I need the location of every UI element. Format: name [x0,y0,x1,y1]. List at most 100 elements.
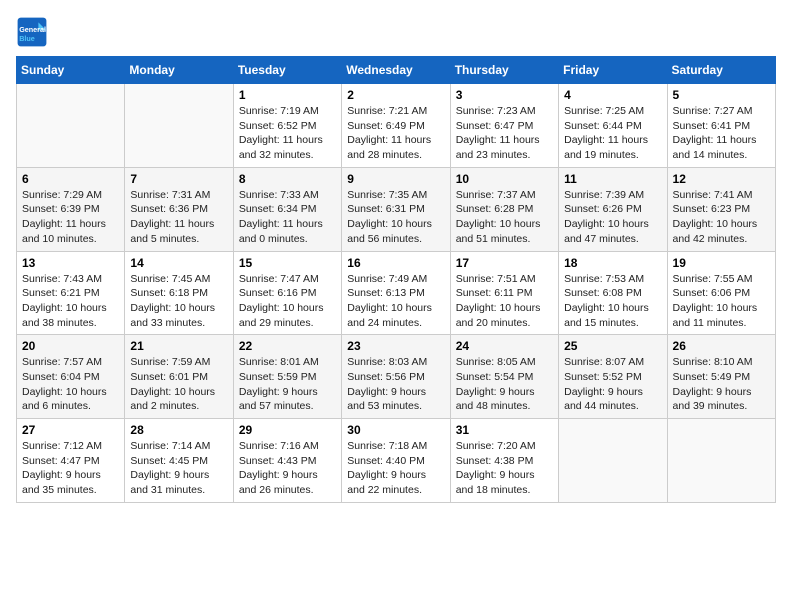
day-number: 29 [239,423,336,437]
day-info: Sunrise: 8:03 AMSunset: 5:56 PMDaylight:… [347,355,444,414]
calendar-cell: 24 Sunrise: 8:05 AMSunset: 5:54 PMDayligh… [450,335,558,419]
day-info: Sunrise: 8:10 AMSunset: 5:49 PMDaylight:… [673,355,770,414]
day-number: 16 [347,256,444,270]
day-info: Sunrise: 7:33 AMSunset: 6:34 PMDaylight:… [239,188,336,247]
day-info: Sunrise: 7:31 AMSunset: 6:36 PMDaylight:… [130,188,227,247]
calendar-cell: 2 Sunrise: 7:21 AMSunset: 6:49 PMDaylight… [342,84,450,168]
day-number: 26 [673,339,770,353]
day-info: Sunrise: 7:19 AMSunset: 6:52 PMDaylight:… [239,104,336,163]
calendar-cell: 11 Sunrise: 7:39 AMSunset: 6:26 PMDayligh… [559,167,667,251]
day-info: Sunrise: 7:45 AMSunset: 6:18 PMDaylight:… [130,272,227,331]
day-number: 31 [456,423,553,437]
calendar-cell: 5 Sunrise: 7:27 AMSunset: 6:41 PMDaylight… [667,84,775,168]
header-monday: Monday [125,57,233,84]
day-info: Sunrise: 8:05 AMSunset: 5:54 PMDaylight:… [456,355,553,414]
day-number: 20 [22,339,119,353]
calendar-cell [559,419,667,503]
calendar-cell: 6 Sunrise: 7:29 AMSunset: 6:39 PMDaylight… [17,167,125,251]
header-sunday: Sunday [17,57,125,84]
day-number: 6 [22,172,119,186]
calendar-week-5: 27 Sunrise: 7:12 AMSunset: 4:47 PMDayligh… [17,419,776,503]
calendar-cell: 31 Sunrise: 7:20 AMSunset: 4:38 PMDayligh… [450,419,558,503]
calendar-cell: 9Sunrise: 7:35 AMSunset: 6:31 PMDaylight… [342,167,450,251]
day-number: 7 [130,172,227,186]
logo-icon: General Blue [16,16,48,48]
header-saturday: Saturday [667,57,775,84]
calendar-cell [17,84,125,168]
calendar-cell: 28 Sunrise: 7:14 AMSunset: 4:45 PMDayligh… [125,419,233,503]
day-info: Sunrise: 7:55 AMSunset: 6:06 PMDaylight:… [673,272,770,331]
calendar-cell: 16 Sunrise: 7:49 AMSunset: 6:13 PMDayligh… [342,251,450,335]
calendar-cell: 4Sunrise: 7:25 AMSunset: 6:44 PMDaylight… [559,84,667,168]
calendar-cell: 8 Sunrise: 7:33 AMSunset: 6:34 PMDaylight… [233,167,341,251]
header-thursday: Thursday [450,57,558,84]
header-wednesday: Wednesday [342,57,450,84]
day-number: 19 [673,256,770,270]
calendar-cell: 18Sunrise: 7:53 AMSunset: 6:08 PMDayligh… [559,251,667,335]
day-number: 22 [239,339,336,353]
day-info: Sunrise: 7:18 AMSunset: 4:40 PMDaylight:… [347,439,444,498]
calendar-cell: 27 Sunrise: 7:12 AMSunset: 4:47 PMDayligh… [17,419,125,503]
calendar-cell: 17Sunrise: 7:51 AMSunset: 6:11 PMDayligh… [450,251,558,335]
day-number: 23 [347,339,444,353]
day-number: 8 [239,172,336,186]
day-info: Sunrise: 7:37 AMSunset: 6:28 PMDaylight:… [456,188,553,247]
day-number: 3 [456,88,553,102]
calendar-cell: 13 Sunrise: 7:43 AMSunset: 6:21 PMDayligh… [17,251,125,335]
calendar-cell [125,84,233,168]
day-info: Sunrise: 7:20 AMSunset: 4:38 PMDaylight:… [456,439,553,498]
calendar-table: SundayMondayTuesdayWednesdayThursdayFrid… [16,56,776,503]
day-number: 2 [347,88,444,102]
day-number: 28 [130,423,227,437]
day-number: 30 [347,423,444,437]
header-tuesday: Tuesday [233,57,341,84]
page-header: General Blue [16,16,776,48]
day-info: Sunrise: 7:43 AMSunset: 6:21 PMDaylight:… [22,272,119,331]
day-number: 17 [456,256,553,270]
calendar-cell: 19 Sunrise: 7:55 AMSunset: 6:06 PMDayligh… [667,251,775,335]
day-number: 9 [347,172,444,186]
calendar-body: 1Sunrise: 7:19 AMSunset: 6:52 PMDaylight… [17,84,776,503]
day-number: 11 [564,172,661,186]
day-info: Sunrise: 7:16 AMSunset: 4:43 PMDaylight:… [239,439,336,498]
calendar-cell: 29 Sunrise: 7:16 AMSunset: 4:43 PMDayligh… [233,419,341,503]
day-number: 12 [673,172,770,186]
calendar-week-4: 20 Sunrise: 7:57 AMSunset: 6:04 PMDayligh… [17,335,776,419]
day-info: Sunrise: 7:49 AMSunset: 6:13 PMDaylight:… [347,272,444,331]
day-number: 4 [564,88,661,102]
calendar-cell: 14Sunrise: 7:45 AMSunset: 6:18 PMDayligh… [125,251,233,335]
header-friday: Friday [559,57,667,84]
logo: General Blue [16,16,48,48]
day-info: Sunrise: 7:21 AMSunset: 6:49 PMDaylight:… [347,104,444,163]
day-info: Sunrise: 8:07 AMSunset: 5:52 PMDaylight:… [564,355,661,414]
svg-text:Blue: Blue [19,34,35,43]
day-info: Sunrise: 8:01 AMSunset: 5:59 PMDaylight:… [239,355,336,414]
calendar-cell: 15Sunrise: 7:47 AMSunset: 6:16 PMDayligh… [233,251,341,335]
calendar-cell: 12 Sunrise: 7:41 AMSunset: 6:23 PMDayligh… [667,167,775,251]
day-info: Sunrise: 7:59 AMSunset: 6:01 PMDaylight:… [130,355,227,414]
calendar-cell: 30 Sunrise: 7:18 AMSunset: 4:40 PMDayligh… [342,419,450,503]
day-number: 18 [564,256,661,270]
day-number: 27 [22,423,119,437]
calendar-cell: 22 Sunrise: 8:01 AMSunset: 5:59 PMDayligh… [233,335,341,419]
calendar-cell: 7 Sunrise: 7:31 AMSunset: 6:36 PMDaylight… [125,167,233,251]
calendar-cell: 26 Sunrise: 8:10 AMSunset: 5:49 PMDayligh… [667,335,775,419]
day-info: Sunrise: 7:27 AMSunset: 6:41 PMDaylight:… [673,104,770,163]
calendar-cell: 1Sunrise: 7:19 AMSunset: 6:52 PMDaylight… [233,84,341,168]
day-number: 25 [564,339,661,353]
day-number: 5 [673,88,770,102]
calendar-week-1: 1Sunrise: 7:19 AMSunset: 6:52 PMDaylight… [17,84,776,168]
calendar-header: SundayMondayTuesdayWednesdayThursdayFrid… [17,57,776,84]
day-number: 24 [456,339,553,353]
day-info: Sunrise: 7:14 AMSunset: 4:45 PMDaylight:… [130,439,227,498]
day-info: Sunrise: 7:57 AMSunset: 6:04 PMDaylight:… [22,355,119,414]
day-number: 15 [239,256,336,270]
day-number: 13 [22,256,119,270]
calendar-cell: 25 Sunrise: 8:07 AMSunset: 5:52 PMDayligh… [559,335,667,419]
calendar-cell: 20 Sunrise: 7:57 AMSunset: 6:04 PMDayligh… [17,335,125,419]
day-info: Sunrise: 7:41 AMSunset: 6:23 PMDaylight:… [673,188,770,247]
day-info: Sunrise: 7:39 AMSunset: 6:26 PMDaylight:… [564,188,661,247]
day-info: Sunrise: 7:29 AMSunset: 6:39 PMDaylight:… [22,188,119,247]
calendar-cell: 10Sunrise: 7:37 AMSunset: 6:28 PMDayligh… [450,167,558,251]
day-info: Sunrise: 7:12 AMSunset: 4:47 PMDaylight:… [22,439,119,498]
